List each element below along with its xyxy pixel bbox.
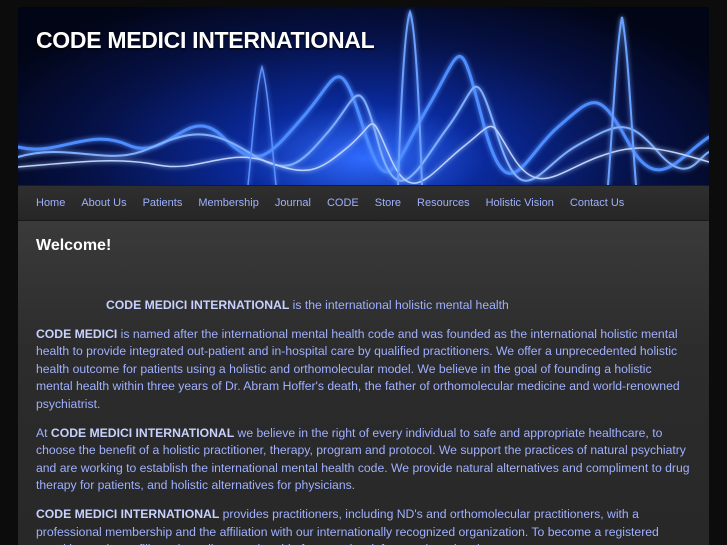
nav-resources[interactable]: Resources	[417, 197, 470, 209]
paragraph-beliefs-name: CODE MEDICI INTERNATIONAL	[50, 425, 235, 440]
intro-org-name: CODE MEDICI INTERNATIONAL	[106, 298, 290, 312]
nav-membership[interactable]: Membership	[198, 197, 259, 209]
intro-paragraph: CODE MEDICI INTERNATIONAL is the interna…	[36, 297, 691, 315]
paragraph-beliefs-lead: At	[36, 425, 51, 440]
paragraph-practitioners: CODE MEDICI INTERNATIONAL provides pract…	[36, 506, 691, 545]
nav-patients[interactable]: Patients	[143, 197, 183, 209]
site-title[interactable]: CODE MEDICI INTERNATIONAL	[36, 27, 375, 54]
paragraph-about: CODE MEDICI is named after the internati…	[36, 326, 691, 414]
nav-contact-us[interactable]: Contact Us	[570, 197, 624, 209]
main-navigation: Home About Us Patients Membership Journa…	[18, 185, 709, 221]
paragraph-practitioners-name: CODE MEDICI INTERNATIONAL	[36, 506, 220, 521]
header-banner: CODE MEDICI INTERNATIONAL	[18, 7, 709, 185]
nav-about-us[interactable]: About Us	[81, 197, 126, 209]
nav-code[interactable]: CODE	[327, 197, 359, 209]
page-wrapper: CODE MEDICI INTERNATIONAL Home About Us …	[18, 7, 709, 545]
nav-journal[interactable]: Journal	[275, 197, 311, 209]
page-heading: Welcome!	[36, 237, 112, 254]
paragraph-about-text: is named after the international mental …	[36, 326, 680, 411]
intro-text: is the international holistic mental hea…	[289, 298, 509, 312]
paragraph-about-name: CODE MEDICI	[36, 326, 118, 341]
nav-store[interactable]: Store	[375, 197, 401, 209]
nav-holistic-vision[interactable]: Holistic Vision	[486, 197, 554, 209]
paragraph-beliefs: At CODE MEDICI INTERNATIONAL we believe …	[36, 425, 691, 495]
nav-home[interactable]: Home	[36, 197, 65, 209]
main-content: Welcome! CODE MEDICI INTERNATIONAL is th…	[18, 221, 709, 545]
